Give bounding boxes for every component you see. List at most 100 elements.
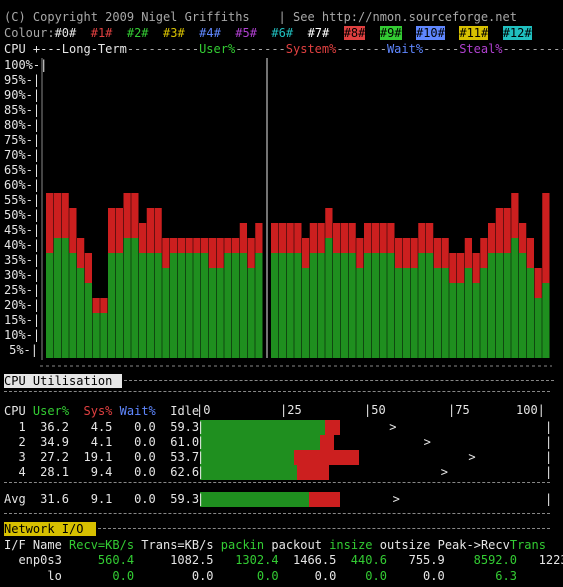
system-bar (410, 238, 418, 268)
cpu-util-row: Avg 31.6 9.1 0.0 59.3 (4, 491, 199, 507)
user-bar (426, 253, 434, 358)
net-cell-ifname: enp0s3 (4, 553, 62, 567)
system-bar (239, 223, 247, 253)
bar-left-edge: | (197, 420, 205, 434)
user-bar (495, 253, 503, 358)
user-bar (115, 253, 123, 358)
user-bar (162, 268, 170, 358)
user-bar (387, 253, 395, 358)
user-bar (108, 253, 116, 358)
cell-idle: 59.3 (155, 492, 200, 506)
system-bar (201, 238, 209, 253)
col-user: User% (32, 404, 70, 418)
net-cell-outsize: 0.0 (386, 569, 445, 583)
user-bar (154, 253, 162, 358)
user-bar (534, 298, 542, 358)
system-bar (542, 193, 550, 283)
system-bar (193, 238, 201, 253)
system-bar (69, 208, 77, 253)
net-cell-ifname: lo (4, 569, 62, 583)
user-bar (542, 283, 550, 358)
user-bar (185, 253, 193, 358)
col-sys: Sys% (83, 404, 113, 418)
network-row: enp0s3 560.4 1082.5 1302.4 1466.5 440.6 … (4, 552, 563, 568)
user-bar (193, 253, 201, 358)
user-bar (395, 268, 403, 358)
system-bar (511, 193, 519, 238)
scale-tick: |50 (364, 403, 386, 417)
system-bar (146, 208, 154, 253)
user-bar (69, 253, 77, 358)
cell-sys: 19.1 (69, 450, 113, 464)
user-bar (131, 238, 139, 358)
cell-idle: 62.6 (155, 465, 200, 479)
cpu-util-row: 3 27.2 19.1 0.0 53.7 (4, 449, 199, 465)
section-divider (98, 528, 550, 529)
net-cell-recv: 560.4 (61, 553, 135, 567)
system-bar (364, 223, 372, 253)
cpu-util-row: 4 28.1 9.4 0.0 62.6 (4, 464, 199, 480)
net-cell-packin: 1302.4 (213, 553, 279, 567)
scale-tick: 100| (516, 403, 545, 417)
system-bar (395, 238, 403, 268)
net-cell-trans: 1082.5 (134, 553, 214, 567)
system-bar (139, 223, 147, 253)
system-bar (224, 238, 232, 253)
net-cell-packout: 1466.5 (278, 553, 337, 567)
net-cell-trans: 0.0 (134, 569, 214, 583)
system-bar (46, 193, 54, 253)
cell-cpu: 3 (4, 450, 26, 464)
bar-left-edge: | (197, 465, 205, 479)
user-bar (139, 253, 147, 358)
system-bar (208, 238, 216, 268)
system-bar (302, 238, 310, 268)
user-bar (201, 253, 209, 358)
peak-marker: > (468, 450, 476, 464)
col-wait: Wait% (119, 404, 156, 418)
user-bar (302, 268, 310, 358)
network-title: Network I/O (4, 522, 96, 536)
user-bar (77, 268, 85, 358)
bar-left-edge: | (197, 492, 205, 506)
sys-util-bar (324, 420, 340, 435)
user-bar (278, 253, 286, 358)
user-bar (224, 253, 232, 358)
cpu-util-row: 2 34.9 4.1 0.0 61.0 (4, 434, 199, 450)
system-bar (61, 193, 69, 238)
system-bar (53, 193, 61, 238)
user-bar (449, 283, 457, 358)
system-bar (278, 223, 286, 253)
user-bar (271, 253, 279, 358)
cell-wait: 0.0 (112, 465, 156, 479)
network-row: lo 0.0 0.0 0.0 0.0 0.0 0.0 6.3 6.3 (4, 568, 563, 584)
user-bar (472, 283, 480, 358)
user-bar (61, 238, 69, 358)
system-bar (309, 223, 317, 253)
system-bar (348, 223, 356, 253)
system-bar (449, 253, 457, 283)
system-bar (170, 238, 178, 253)
system-bar (271, 223, 279, 253)
net-col-ifname: I/F Name (4, 538, 62, 552)
net-col-trans: Trans=KB/s (141, 538, 214, 552)
user-util-bar (200, 420, 325, 435)
net-cell-peak: 8592.0 (444, 553, 517, 567)
system-bar (154, 208, 162, 253)
user-bar (433, 268, 441, 358)
system-bar (247, 238, 255, 268)
user-bar (123, 238, 131, 358)
section-divider (124, 380, 554, 381)
net-cell-peaktrans: 12232.9 (538, 553, 563, 567)
user-bar (146, 253, 154, 358)
net-cell-outsize: 755.9 (386, 553, 445, 567)
user-bar (457, 283, 465, 358)
user-bar (340, 253, 348, 358)
system-bar (503, 208, 511, 253)
net-cell-insize: 440.6 (336, 553, 387, 567)
cpu-util-row: 1 36.2 4.5 0.0 59.3 (4, 419, 199, 435)
system-bar (441, 238, 449, 268)
bar-left-edge: | (197, 450, 205, 464)
cell-idle: 59.3 (155, 420, 200, 434)
net-cell-insize: 0.0 (336, 569, 387, 583)
user-bar (503, 253, 511, 358)
